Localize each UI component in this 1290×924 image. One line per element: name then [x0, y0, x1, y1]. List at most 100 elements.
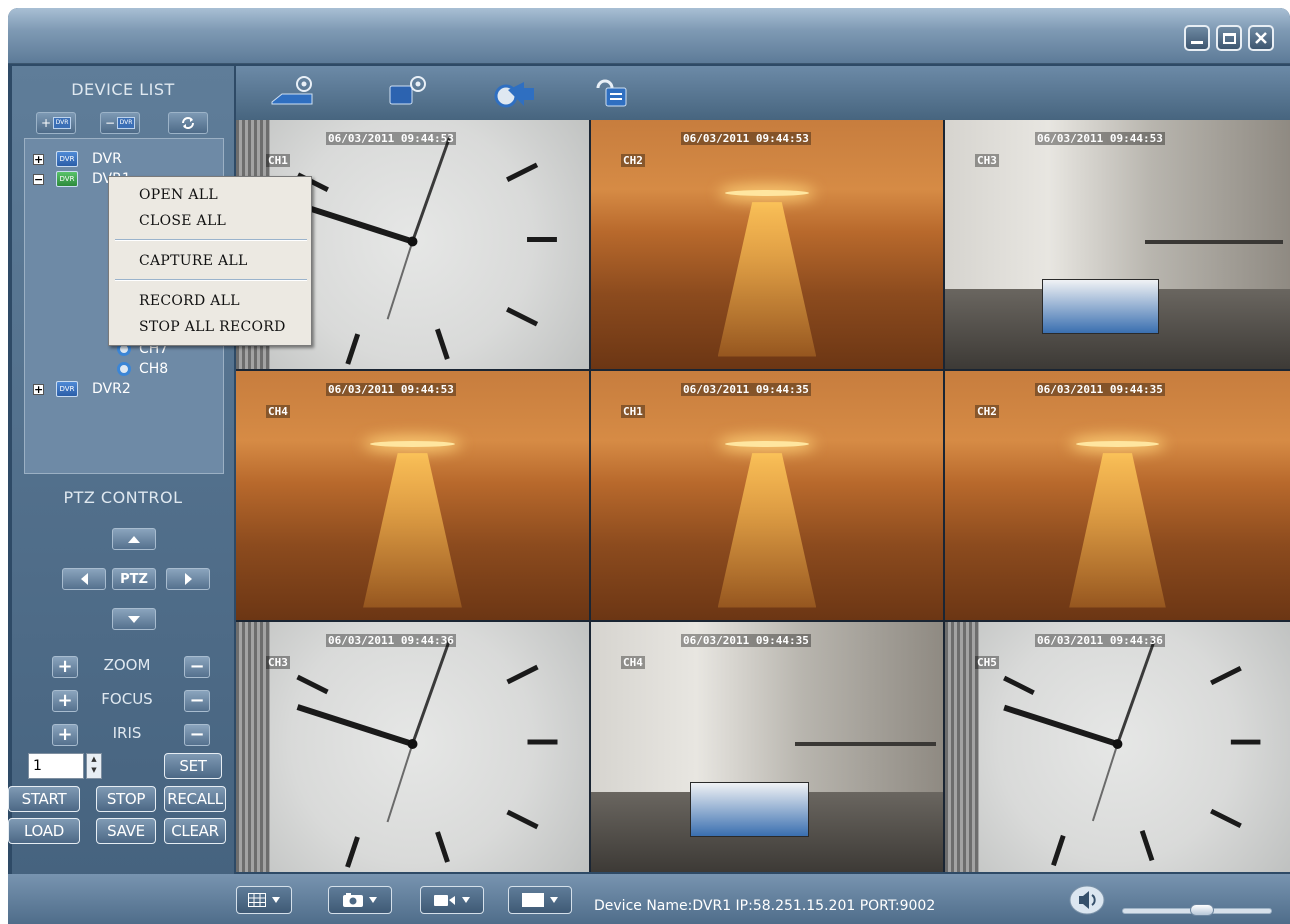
arrow-left-icon [80, 573, 88, 585]
minimize-button[interactable] [1184, 25, 1210, 51]
playback-button[interactable] [490, 72, 542, 112]
room-desk [1145, 239, 1284, 244]
menu-item-capture-all[interactable]: CAPTURE ALL [139, 253, 248, 269]
channel-label: CH2 [975, 405, 999, 418]
iris-close-button[interactable]: − [184, 724, 210, 746]
recall-button[interactable]: RECALL [164, 786, 226, 812]
sun-reflection [363, 453, 462, 608]
sun-glow [724, 440, 810, 447]
close-button[interactable] [1248, 25, 1274, 51]
video-tile[interactable]: 06/03/2011 09:44:53 CH2 [591, 120, 943, 369]
video-timestamp: 06/03/2011 09:44:36 [1035, 634, 1165, 647]
dvr-settings-button[interactable] [268, 72, 320, 112]
video-tile[interactable]: 06/03/2011 09:44:53 CH4 [236, 371, 589, 620]
layout-button[interactable] [236, 886, 292, 914]
add-device-button[interactable]: + DVR [36, 112, 76, 134]
dvr-icon: DVR [56, 381, 78, 397]
ptz-left-button[interactable] [62, 568, 106, 590]
ptz-down-button[interactable] [112, 608, 156, 630]
video-camera-icon [434, 895, 455, 906]
menu-item-stop-all-record[interactable]: STOP ALL RECORD [139, 319, 286, 335]
ptz-up-button[interactable] [112, 528, 156, 550]
tree-node-dvr2[interactable]: + DVR DVR2 [33, 379, 131, 399]
arrow-down-icon [128, 615, 140, 623]
expand-icon[interactable]: + [33, 153, 44, 165]
app-window: DEVICE LIST + DVR − DVR + DVR DVR − DVR … [8, 8, 1290, 924]
chevron-down-icon [369, 897, 377, 903]
menu-item-open-all[interactable]: OPEN ALL [139, 187, 218, 203]
channel-label: CH5 [975, 656, 999, 669]
video-grid[interactable]: 06/03/2011 09:44:53 CH1 06/03/2011 09:44:5… [236, 120, 1290, 872]
maximize-icon [1222, 32, 1236, 44]
stop-button[interactable]: STOP [96, 786, 156, 812]
video-tile[interactable]: 06/03/2011 09:44:35 CH2 [945, 371, 1290, 620]
room-box [689, 782, 810, 837]
sun-glow [724, 189, 810, 196]
maximize-button[interactable] [1216, 25, 1242, 51]
tree-node-ch8[interactable]: CH8 [117, 359, 168, 379]
channel-label: CH4 [621, 656, 645, 669]
menu-item-record-all[interactable]: RECORD ALL [139, 293, 240, 309]
chevron-down-icon [462, 897, 470, 903]
video-tile[interactable]: 06/03/2011 09:44:36 CH3 [236, 622, 589, 872]
capture-button[interactable] [328, 886, 392, 914]
ptz-right-button[interactable] [166, 568, 210, 590]
video-tile[interactable]: 06/03/2011 09:44:36 CH5 [945, 622, 1290, 872]
collapse-icon[interactable]: − [33, 173, 44, 185]
preset-spinner[interactable]: ▲ ▼ [86, 753, 102, 779]
add-label: + [40, 116, 52, 130]
refresh-button[interactable] [168, 112, 208, 134]
tree-label: DVR2 [92, 381, 131, 397]
display-button[interactable] [508, 886, 572, 914]
dvr-icon: DVR [56, 151, 78, 167]
dvr-icon: DVR [117, 117, 136, 129]
ptz-center-button[interactable]: PTZ [112, 568, 156, 590]
start-button[interactable]: START [8, 786, 80, 812]
channel-label: CH1 [621, 405, 645, 418]
dvr-settings-icon [271, 76, 313, 105]
load-button[interactable]: LOAD [8, 818, 80, 844]
video-timestamp: 06/03/2011 09:44:53 [1035, 132, 1165, 145]
dvr-icon: DVR [56, 171, 78, 187]
channel-label: CH4 [266, 405, 290, 418]
ptz-control-title: PTZ CONTROL [63, 488, 183, 507]
volume-slider-thumb[interactable] [1189, 904, 1214, 916]
video-timestamp: 06/03/2011 09:44:53 [326, 383, 456, 396]
zoom-out-button[interactable]: − [184, 656, 210, 678]
video-timestamp: 06/03/2011 09:44:35 [681, 634, 811, 647]
record-button[interactable] [420, 886, 484, 914]
video-timestamp: 06/03/2011 09:44:36 [326, 634, 456, 647]
speaker-icon[interactable] [1068, 884, 1106, 916]
video-tile[interactable]: 06/03/2011 09:44:35 CH4 [591, 622, 943, 872]
remove-device-button[interactable]: − DVR [100, 112, 140, 134]
camera-icon [117, 362, 131, 376]
system-settings-button[interactable] [384, 72, 436, 112]
preset-number-input[interactable]: 1 [28, 753, 84, 779]
dvr-icon: DVR [53, 117, 72, 129]
video-timestamp: 06/03/2011 09:44:35 [681, 383, 811, 396]
lock-button[interactable] [592, 72, 644, 112]
room-box [1041, 279, 1159, 335]
channel-label: CH3 [975, 154, 999, 167]
set-button[interactable]: SET [164, 753, 222, 779]
status-bar: Device Name:DVR1 IP:58.251.15.201 PORT:9… [8, 874, 1290, 924]
expand-icon[interactable]: + [33, 383, 44, 395]
sun-reflection [717, 453, 817, 608]
channel-label: CH3 [266, 656, 290, 669]
tree-label: CH8 [139, 361, 169, 377]
clear-button[interactable]: CLEAR [164, 818, 226, 844]
menu-item-close-all[interactable]: CLOSE ALL [139, 213, 226, 229]
title-bar [8, 8, 1290, 64]
focus-out-button[interactable]: − [184, 690, 210, 712]
video-tile[interactable]: 06/03/2011 09:44:35 CH1 [591, 371, 943, 620]
video-timestamp: 06/03/2011 09:44:53 [326, 132, 456, 145]
playback-icon [494, 82, 534, 108]
video-tile[interactable]: 06/03/2011 09:44:53 CH3 [945, 120, 1290, 369]
sun-reflection [717, 202, 817, 357]
iris-label: IRIS [112, 724, 142, 742]
save-button[interactable]: SAVE [96, 818, 156, 844]
tree-label: DVR [92, 151, 122, 167]
video-timestamp: 06/03/2011 09:44:53 [681, 132, 811, 145]
zoom-label: ZOOM [103, 656, 151, 674]
tree-node-dvr[interactable]: + DVR DVR [33, 149, 122, 169]
